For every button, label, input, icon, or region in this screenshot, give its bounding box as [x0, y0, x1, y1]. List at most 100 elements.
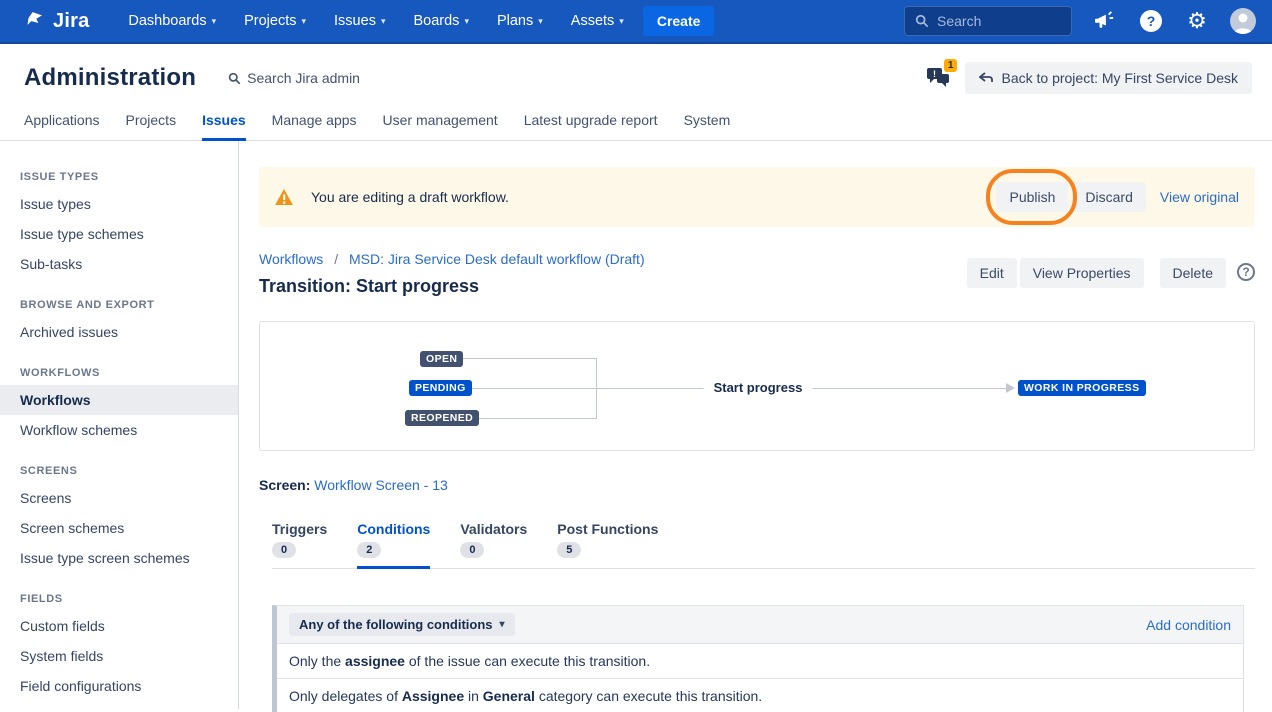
nav-menu-issues[interactable]: Issues▾ — [323, 7, 396, 35]
condition-rows: Only the assignee of the issue can execu… — [277, 643, 1243, 712]
jira-logo-icon — [24, 10, 46, 32]
chevron-down-icon: ▾ — [619, 16, 624, 27]
transition-tab-validators[interactable]: Validators0 — [460, 521, 527, 569]
help-circle-icon[interactable]: ? — [1237, 263, 1255, 281]
nav-menu-assets[interactable]: Assets▾ — [560, 7, 635, 35]
sidebar-heading-issue-types: ISSUE TYPES — [20, 171, 218, 183]
chevron-down-icon: ▾ — [381, 16, 386, 27]
arrow-head — [1006, 383, 1015, 393]
sidebar-item-custom-fields[interactable]: Custom fields — [0, 611, 238, 641]
publish-button[interactable]: Publish — [996, 182, 1068, 212]
admin-tab-projects[interactable]: Projects — [126, 108, 177, 141]
gear-icon[interactable]: ⚙ — [1184, 8, 1210, 34]
edit-button[interactable]: Edit — [967, 258, 1017, 288]
view-original-link[interactable]: View original — [1160, 189, 1239, 205]
nav-menu-dashboards[interactable]: Dashboards▾ — [117, 7, 227, 35]
navbar-search[interactable] — [904, 6, 1072, 36]
page-section-title: Administration — [24, 64, 196, 92]
back-to-project-button[interactable]: Back to project: My First Service Desk — [965, 62, 1252, 94]
nav-menu-projects[interactable]: Projects▾ — [233, 7, 317, 35]
transition-tab-post-functions[interactable]: Post Functions5 — [557, 521, 658, 569]
create-button[interactable]: Create — [643, 6, 715, 36]
draft-warning-banner: You are editing a draft workflow. Publis… — [259, 167, 1255, 227]
navbar-search-input[interactable] — [937, 13, 1057, 29]
return-arrow-icon — [979, 72, 993, 84]
tab-count-badge: 0 — [272, 542, 296, 558]
feedback-bubble-icon[interactable]: ! 1 — [925, 64, 953, 92]
chevron-down-icon: ▾ — [538, 16, 543, 27]
chevron-down-icon: ▾ — [212, 16, 217, 27]
admin-tab-applications[interactable]: Applications — [24, 108, 100, 141]
discard-button[interactable]: Discard — [1072, 182, 1145, 212]
conditions-header-row: Any of the following conditions ▾ Add co… — [277, 606, 1243, 643]
workflow-diagram: OPEN PENDING REOPENED Start progress WOR… — [259, 321, 1255, 451]
tab-count-badge: 0 — [460, 542, 484, 558]
notification-badge: 1 — [944, 59, 958, 72]
navbar-menus: Dashboards▾Projects▾Issues▾Boards▾Plans▾… — [117, 7, 634, 35]
transition-tab-bar: Triggers0 Conditions2 Validators0 Post Func… — [272, 521, 1255, 569]
sidebar-item-issue-type-screen-schemes[interactable]: Issue type screen schemes — [0, 543, 238, 573]
search-icon — [915, 14, 929, 28]
sidebar-item-archived-issues[interactable]: Archived issues — [0, 317, 238, 347]
chevron-down-icon: ▾ — [500, 619, 505, 630]
tab-count-badge: 5 — [557, 542, 581, 558]
conditions-panel: Any of the following conditions ▾ Add co… — [272, 605, 1244, 712]
workflow-screen-link[interactable]: Workflow Screen - 13 — [314, 477, 448, 493]
admin-search[interactable]: Search Jira admin — [228, 70, 360, 86]
condition-row: Only delegates of Assignee in General ca… — [277, 678, 1243, 712]
breadcrumb-workflows-link[interactable]: Workflows — [259, 251, 323, 267]
screen-row: Screen: Workflow Screen - 13 — [259, 477, 1255, 493]
announcements-icon[interactable] — [1092, 8, 1118, 34]
sidebar-heading-fields: FIELDS — [20, 593, 218, 605]
admin-tab-latest-upgrade-report[interactable]: Latest upgrade report — [524, 108, 658, 141]
svg-text:!: ! — [933, 69, 936, 79]
sidebar-item-screens[interactable]: Screens — [0, 483, 238, 513]
chevron-down-icon: ▾ — [464, 16, 469, 27]
sidebar-item-field-configurations[interactable]: Field configurations — [0, 671, 238, 701]
sidebar-item-system-fields[interactable]: System fields — [0, 641, 238, 671]
draft-warning-text: You are editing a draft workflow. — [311, 189, 509, 205]
connector-line — [472, 418, 597, 419]
jira-logo[interactable]: Jira — [24, 10, 89, 33]
transition-tab-triggers[interactable]: Triggers0 — [272, 521, 327, 569]
help-icon[interactable]: ? — [1138, 8, 1164, 34]
view-properties-button[interactable]: View Properties — [1020, 258, 1144, 288]
breadcrumb: Workflows / MSD: Jira Service Desk defau… — [259, 251, 645, 267]
sidebar-item-workflows[interactable]: Workflows — [0, 385, 238, 415]
warning-icon — [275, 189, 293, 205]
admin-search-label: Search Jira admin — [247, 70, 360, 86]
user-icon — [1230, 8, 1256, 34]
admin-tab-user-management[interactable]: User management — [383, 108, 498, 141]
tab-count-badge: 2 — [357, 542, 381, 558]
sidebar-item-sub-tasks[interactable]: Sub-tasks — [0, 249, 238, 279]
conditions-operator-dropdown[interactable]: Any of the following conditions ▾ — [289, 613, 515, 636]
avatar[interactable] — [1230, 8, 1256, 34]
transition-tab-conditions[interactable]: Conditions2 — [357, 521, 430, 569]
admin-tab-system[interactable]: System — [684, 108, 731, 141]
admin-tab-bar: Applications Projects Issues Manage apps Use… — [0, 108, 1272, 141]
connector-line — [457, 358, 597, 359]
sidebar-item-issue-type-schemes[interactable]: Issue type schemes — [0, 219, 238, 249]
admin-tab-manage-apps[interactable]: Manage apps — [272, 108, 357, 141]
state-pending: PENDING — [409, 380, 472, 396]
search-icon — [228, 72, 241, 85]
screen-label: Screen — [259, 477, 306, 493]
sidebar-item-workflow-schemes[interactable]: Workflow schemes — [0, 415, 238, 445]
admin-sidebar: ISSUE TYPES Issue typesIssue type schemes… — [0, 141, 239, 709]
breadcrumb-current-link[interactable]: MSD: Jira Service Desk default workflow … — [349, 251, 645, 267]
add-condition-link[interactable]: Add condition — [1146, 617, 1231, 633]
state-open: OPEN — [420, 351, 463, 367]
transition-name-label: Start progress — [704, 380, 813, 396]
sidebar-item-screen-schemes[interactable]: Screen schemes — [0, 513, 238, 543]
top-navbar: Jira Dashboards▾Projects▾Issues▾Boards▾P… — [0, 0, 1272, 44]
sidebar-item-issue-types[interactable]: Issue types — [0, 189, 238, 219]
delete-button[interactable]: Delete — [1160, 258, 1226, 288]
sidebar-heading-workflows: WORKFLOWS — [20, 367, 218, 379]
nav-menu-boards[interactable]: Boards▾ — [402, 7, 479, 35]
state-reopened: REOPENED — [405, 410, 479, 426]
sidebar-heading-browse-and-export: BROWSE AND EXPORT — [20, 299, 218, 311]
condition-row: Only the assignee of the issue can execu… — [277, 643, 1243, 678]
main-content: You are editing a draft workflow. Publis… — [239, 141, 1272, 709]
nav-menu-plans[interactable]: Plans▾ — [486, 7, 554, 35]
admin-tab-issues[interactable]: Issues — [202, 108, 246, 141]
